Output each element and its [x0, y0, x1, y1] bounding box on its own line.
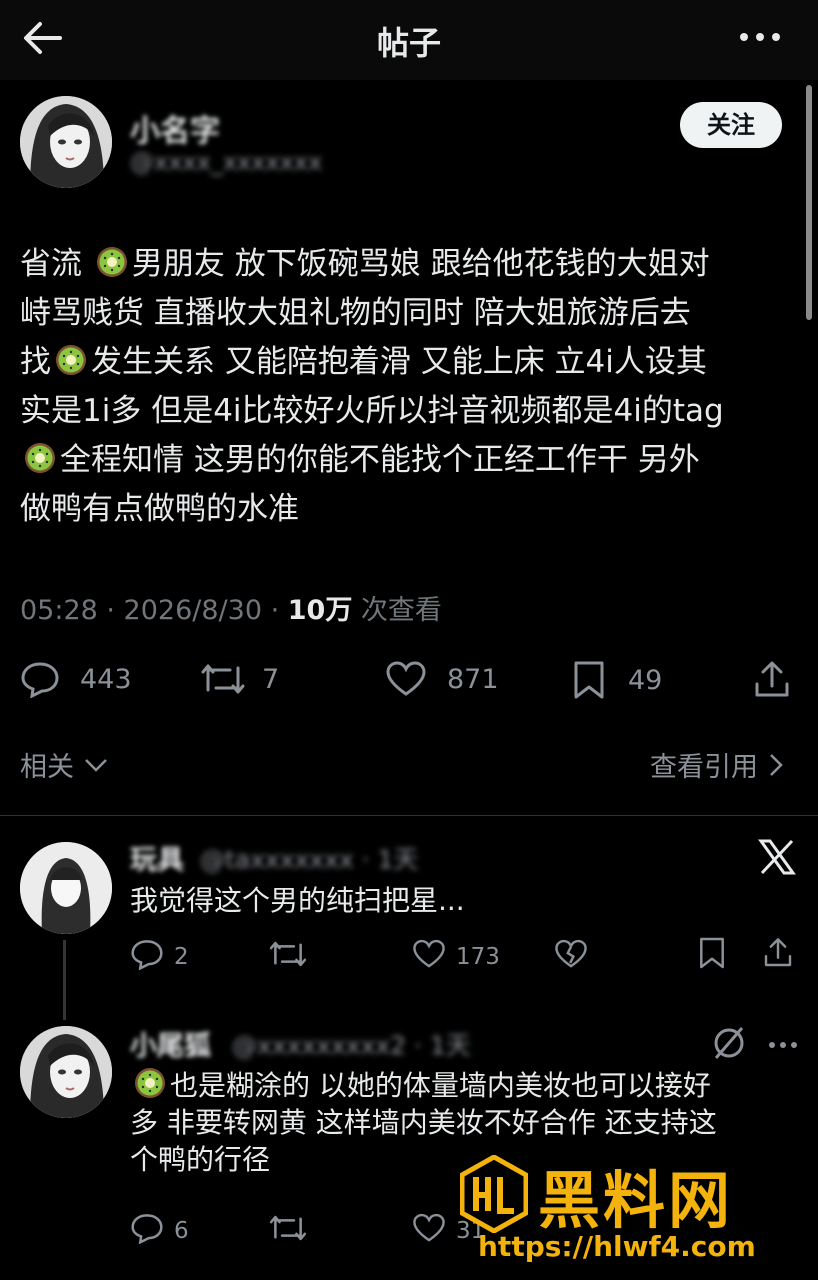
kiwi-emoji-icon	[95, 245, 129, 279]
repost-button[interactable]: 7	[200, 660, 279, 698]
reply-icon	[130, 938, 164, 976]
watermark-brand: 黑料网	[538, 1164, 734, 1237]
like-count: 173	[456, 944, 500, 970]
text-segment: 找	[20, 344, 51, 380]
reply-avatar[interactable]	[20, 1026, 112, 1118]
text-segment: 个鸭的行径	[130, 1143, 271, 1176]
share-icon[interactable]	[762, 936, 794, 974]
watermark-url: https://hlwf4.com	[478, 1230, 756, 1263]
heart-icon	[412, 1212, 446, 1250]
view-suffix: 次查看	[352, 595, 442, 626]
text-segment: 省流	[20, 246, 92, 282]
bookmark-icon[interactable]	[698, 936, 726, 974]
reply-count: 443	[80, 663, 132, 695]
kiwi-emoji-icon	[54, 343, 88, 377]
text-segment: 男朋友 放下饭碗骂娘 跟给他花钱的大姐对	[131, 246, 710, 282]
text-line: 也是糊涂的 以她的体量墙内美妆也可以接好	[130, 1066, 800, 1104]
share-icon[interactable]	[752, 660, 792, 704]
reply-count: 6	[174, 1218, 189, 1244]
heart-icon	[385, 660, 427, 698]
broken-heart-icon[interactable]	[554, 938, 588, 974]
text-line: 实是1i多 但是4i比较好火所以抖音视频都是4i的tag	[20, 387, 810, 436]
bookmark-count: 49	[628, 664, 663, 696]
view-quotes-link[interactable]: 查看引用	[650, 745, 785, 784]
like-button[interactable]: 173	[412, 938, 500, 976]
text-line: 省流 男朋友 放下饭碗骂娘 跟给他花钱的大姐对	[20, 240, 810, 289]
text-segment: 也是糊涂的 以她的体量墙内美妆也可以接好	[170, 1069, 711, 1102]
kiwi-emoji-icon	[133, 1066, 167, 1100]
like-count: 871	[447, 663, 499, 695]
grok-icon[interactable]	[712, 1026, 746, 1064]
page-title: 帖子	[376, 24, 441, 62]
text-line: 找 发生关系 又能陪抱着滑 又能上床 立4i人设其	[20, 338, 810, 387]
repost-icon[interactable]	[268, 938, 308, 974]
divider	[0, 815, 818, 816]
text-segment: 峙骂贱货 直播收大姐礼物的同时 陪大姐旅游后去	[20, 295, 691, 331]
reply-text: 我觉得这个男的纯扫把星...	[130, 884, 465, 917]
reply-avatar[interactable]	[20, 842, 112, 934]
follow-button[interactable]: 关注	[680, 102, 782, 148]
text-segment: 全程知情 这男的你能不能找个正经工作干 另外	[60, 442, 700, 478]
bookmark-icon	[572, 660, 606, 700]
reply-author-handle: @taxxxxxxx · 1天	[200, 845, 419, 874]
author-handle: @xxxx_xxxxxxx	[130, 148, 323, 176]
text-segment: 多 非要转网黄 这样墙内美妆不好合作 还支持这	[130, 1106, 717, 1139]
related-toggle[interactable]: 相关	[20, 745, 109, 784]
reply-button[interactable]: 2	[130, 938, 189, 976]
more-dots-icon[interactable]	[768, 1036, 798, 1055]
text-segment: 做鸭有点做鸭的水准	[20, 491, 299, 527]
reply-author-handle: @xxxxxxxxx2 · 1天	[232, 1031, 471, 1060]
watermark-logo-icon	[459, 1154, 529, 1234]
text-segment: 发生关系 又能陪抱着滑 又能上床 立4i人设其	[91, 344, 707, 380]
x-logo-icon	[758, 838, 796, 880]
reply-icon	[20, 660, 60, 698]
reply-author-name[interactable]: 小尾狐	[130, 1024, 211, 1063]
post-text: 省流 男朋友 放下饭碗骂娘 跟给他花钱的大姐对峙骂贱货 直播收大姐礼物的同时 陪…	[20, 240, 810, 534]
chevron-down-icon	[83, 752, 109, 783]
reply-button[interactable]: 6	[130, 1212, 189, 1250]
text-line: 做鸭有点做鸭的水准	[20, 485, 810, 534]
view-count: 10万	[287, 595, 353, 626]
repost-count: 7	[262, 663, 280, 695]
quotes-label: 查看引用	[650, 752, 758, 783]
reply-author-name[interactable]: 玩具	[130, 838, 184, 877]
heart-icon	[412, 938, 446, 976]
repost-icon	[200, 660, 246, 698]
more-dots-icon[interactable]	[738, 22, 782, 52]
text-line: 多 非要转网黄 这样墙内美妆不好合作 还支持这	[130, 1104, 800, 1141]
author-name[interactable]: 小名字	[130, 106, 220, 150]
text-segment: 实是1i多 但是4i比较好火所以抖音视频都是4i的tag	[20, 393, 724, 429]
reply-count: 2	[174, 944, 189, 970]
text-line: 峙骂贱货 直播收大姐礼物的同时 陪大姐旅游后去	[20, 289, 810, 338]
chevron-right-icon	[767, 752, 785, 783]
related-label: 相关	[20, 752, 74, 783]
like-button[interactable]: 871	[385, 660, 499, 698]
reply-button[interactable]: 443	[20, 660, 132, 698]
reply-icon	[130, 1212, 164, 1250]
avatar[interactable]	[20, 96, 112, 188]
post-meta: 05:28 · 2026/8/30 · 10万 次查看	[20, 588, 442, 627]
bookmark-button[interactable]: 49	[572, 660, 662, 700]
repost-icon[interactable]	[268, 1212, 308, 1248]
text-line: 全程知情 这男的你能不能找个正经工作干 另外	[20, 436, 810, 485]
post-time: 05:28 · 2026/8/30 ·	[20, 595, 288, 626]
thread-line	[63, 940, 66, 1020]
kiwi-emoji-icon	[23, 441, 57, 475]
